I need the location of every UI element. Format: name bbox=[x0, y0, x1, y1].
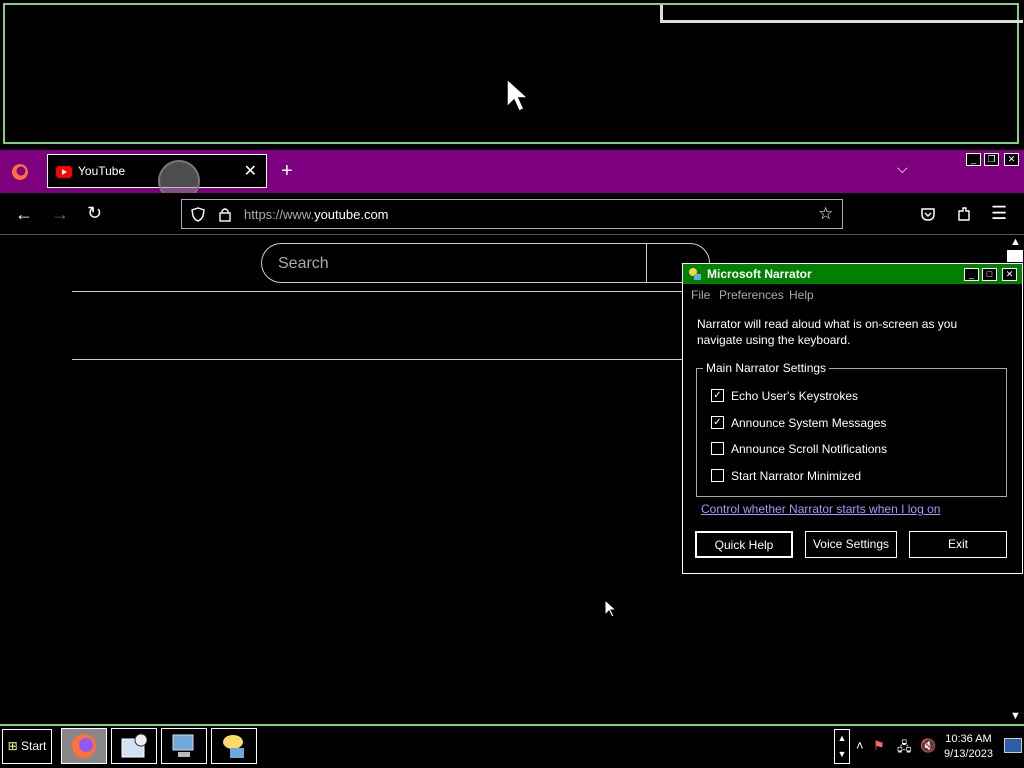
narrator-maximize-icon[interactable]: □ bbox=[982, 268, 997, 281]
taskbar-calendar-app[interactable] bbox=[111, 728, 157, 764]
checkbox-start-minimized[interactable]: Start Narrator Minimized bbox=[711, 469, 861, 483]
start-button[interactable]: ⊞ Start bbox=[2, 729, 52, 764]
forward-icon[interactable]: → bbox=[51, 204, 69, 225]
checkbox-announce-scroll[interactable]: Announce Scroll Notifications bbox=[711, 442, 887, 456]
menu-file[interactable]: File bbox=[691, 288, 710, 302]
taskbar-firefox[interactable] bbox=[61, 728, 107, 764]
narrator-minimize-icon[interactable]: _ bbox=[964, 268, 979, 281]
menu-help[interactable]: Help bbox=[789, 288, 814, 302]
taskbar-scroll-arrows[interactable]: ▲ ▼ bbox=[834, 729, 850, 764]
taskbar-computer-app[interactable] bbox=[161, 728, 207, 764]
pocket-icon[interactable] bbox=[920, 207, 936, 222]
tab-youtube[interactable]: YouTube ✕ bbox=[47, 154, 267, 188]
firefox-logo-icon[interactable] bbox=[10, 162, 30, 182]
clock-time: 10:36 AM bbox=[945, 733, 992, 745]
startup-link[interactable]: Control whether Narrator starts when I l… bbox=[701, 502, 940, 516]
magnifier-pane bbox=[3, 3, 1023, 144]
volume-muted-icon[interactable]: 🔇 bbox=[920, 738, 936, 754]
narrator-description: Narrator will read aloud what is on-scre… bbox=[697, 317, 958, 347]
restore-icon[interactable]: ❐ bbox=[984, 153, 999, 166]
windows-logo-icon: ⊞ bbox=[7, 739, 18, 753]
group-title: Main Narrator Settings bbox=[706, 361, 827, 375]
narrator-close-icon[interactable]: ✕ bbox=[1002, 268, 1017, 281]
tab-title: YouTube bbox=[78, 164, 126, 178]
url-bar[interactable]: https://www.youtube.com ☆ bbox=[181, 199, 843, 229]
shield-icon[interactable] bbox=[191, 207, 205, 222]
narrator-icon bbox=[223, 735, 244, 758]
checkbox-box[interactable]: ✓ bbox=[711, 389, 724, 403]
magnified-cursor-icon bbox=[506, 77, 529, 112]
network-icon[interactable]: 🖧 bbox=[897, 738, 912, 760]
checkbox-announce-system[interactable]: ✓ Announce System Messages bbox=[711, 416, 886, 430]
clock[interactable]: 10:36 AM 9/13/2023 bbox=[944, 732, 993, 762]
reload-icon[interactable]: ↻ bbox=[87, 203, 102, 224]
close-icon[interactable]: ✕ bbox=[1004, 153, 1019, 166]
scrollbar-thumb[interactable] bbox=[1007, 250, 1023, 262]
tab-list-chevron-down-icon[interactable]: ⌵ bbox=[897, 160, 908, 177]
exit-button[interactable]: Exit bbox=[909, 531, 1007, 558]
minimize-icon[interactable]: _ bbox=[966, 153, 981, 166]
scroll-up-arrow-icon[interactable]: ▲ bbox=[1010, 236, 1021, 248]
voice-settings-button[interactable]: Voice Settings bbox=[805, 531, 897, 558]
narrator-app-icon bbox=[689, 268, 701, 280]
calendar-icon bbox=[121, 733, 148, 758]
scroll-down-arrow-icon[interactable]: ▼ bbox=[1010, 710, 1021, 722]
back-icon[interactable]: ← bbox=[15, 204, 33, 225]
firefox-icon bbox=[72, 734, 96, 758]
menu-icon[interactable]: ☰ bbox=[991, 203, 1007, 224]
narrator-title-bar[interactable]: Microsoft Narrator _ □ ✕ bbox=[683, 264, 1022, 284]
computer-icon bbox=[172, 734, 194, 757]
show-hidden-icons-chevron-icon[interactable]: ˄ bbox=[856, 738, 864, 753]
youtube-favicon-icon bbox=[56, 166, 72, 178]
youtube-search-input[interactable]: Search bbox=[261, 243, 647, 283]
narrator-window: Microsoft Narrator _ □ ✕ File Preference… bbox=[682, 263, 1023, 574]
clock-date: 9/13/2023 bbox=[944, 748, 993, 760]
checkbox-box[interactable]: ✓ bbox=[711, 416, 724, 430]
start-label: Start bbox=[21, 739, 47, 753]
extensions-icon[interactable] bbox=[956, 206, 972, 222]
menu-preferences[interactable]: Preferences bbox=[719, 288, 784, 302]
tab-close-icon[interactable]: ✕ bbox=[244, 161, 257, 181]
url-text[interactable]: https://www.youtube.com bbox=[244, 207, 389, 222]
checkbox-box[interactable] bbox=[711, 469, 724, 483]
checkbox-box[interactable] bbox=[711, 442, 724, 456]
mouse-cursor-icon bbox=[604, 599, 618, 618]
divider bbox=[72, 291, 684, 292]
action-center-flag-icon[interactable]: ⚑ bbox=[873, 738, 885, 754]
taskbar-narrator-app[interactable] bbox=[211, 728, 257, 764]
search-placeholder: Search bbox=[278, 255, 329, 272]
narrator-title: Microsoft Narrator bbox=[707, 267, 812, 281]
checkbox-echo-keystrokes[interactable]: ✓ Echo User's Keystrokes bbox=[711, 389, 858, 403]
magnified-window-edge bbox=[660, 5, 1023, 23]
new-tab-button[interactable]: + bbox=[281, 160, 293, 183]
lock-icon[interactable] bbox=[219, 207, 231, 222]
quick-help-button[interactable]: Quick Help bbox=[695, 531, 793, 558]
star-icon[interactable]: ☆ bbox=[818, 204, 833, 224]
divider bbox=[72, 359, 684, 360]
show-desktop-icon[interactable] bbox=[1004, 738, 1022, 753]
